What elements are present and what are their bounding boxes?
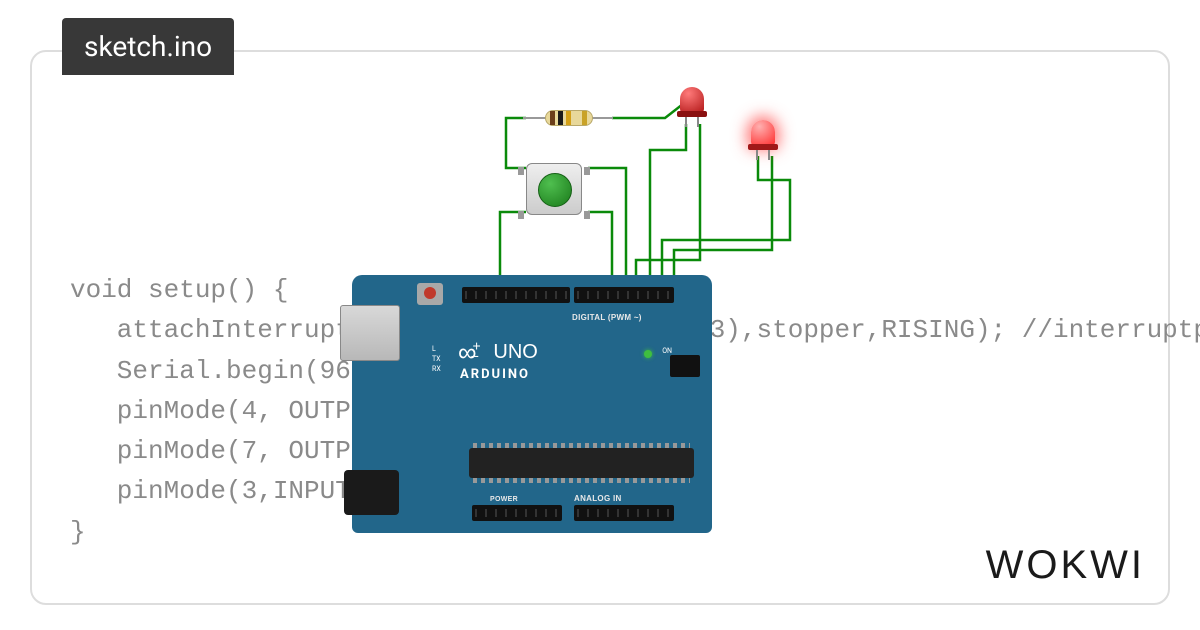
led-leg [756,150,758,160]
button-cap [538,173,572,207]
code-line: } [70,517,86,547]
resistor[interactable] [523,108,613,128]
led-dome [751,120,775,146]
icsp-header [670,355,700,377]
board-model: UNO [493,341,537,363]
button-pin [518,211,524,219]
push-button[interactable] [518,155,590,223]
button-pin [584,167,590,175]
analog-section-label: ANALOG IN [574,494,622,503]
file-tab[interactable]: sketch.ino [62,18,234,75]
led-base [677,111,707,117]
power-on-led [644,350,652,358]
led-leg [685,117,687,127]
arduino-uno-board[interactable]: ON L TX RX ∞+− UNO ARDUINO DIGITAL (PWM … [352,275,712,533]
power-header[interactable] [472,505,562,521]
button-pin [584,211,590,219]
digital-header-left[interactable] [462,287,570,303]
led-leg [768,150,770,160]
reset-button[interactable] [417,283,443,305]
rx-label: RX [432,365,441,375]
on-label: ON [662,347,672,355]
analog-header[interactable] [574,505,674,521]
resistor-band [558,111,563,125]
circuit-canvas[interactable]: ON L TX RX ∞+− UNO ARDUINO DIGITAL (PWM … [330,90,930,510]
board-logo: ∞+− UNO [458,337,538,368]
resistor-band [582,111,587,125]
tx-label: TX [432,355,441,365]
digital-section-label: DIGITAL (PWM ~) [572,313,642,322]
power-section-label: POWER [490,496,518,503]
resistor-lead [523,117,547,119]
resistor-band [550,111,555,125]
led-red-2-lit[interactable] [748,120,778,160]
led-dome [680,87,704,113]
digital-header-right[interactable] [574,287,674,303]
wokwi-brand: WOKWI [986,543,1145,588]
led-base [748,144,778,150]
l-label: L [432,345,441,355]
led-leg [697,117,699,127]
led-red-1[interactable] [677,87,707,127]
code-line: void setup() { [70,275,288,305]
usb-port [340,305,400,361]
txrx-labels: L TX RX [432,345,441,374]
power-jack [344,470,399,515]
resistor-body [545,110,593,126]
button-pin [518,167,524,175]
board-name: ARDUINO [460,367,530,382]
resistor-band [566,111,571,125]
atmega-chip [469,448,694,478]
